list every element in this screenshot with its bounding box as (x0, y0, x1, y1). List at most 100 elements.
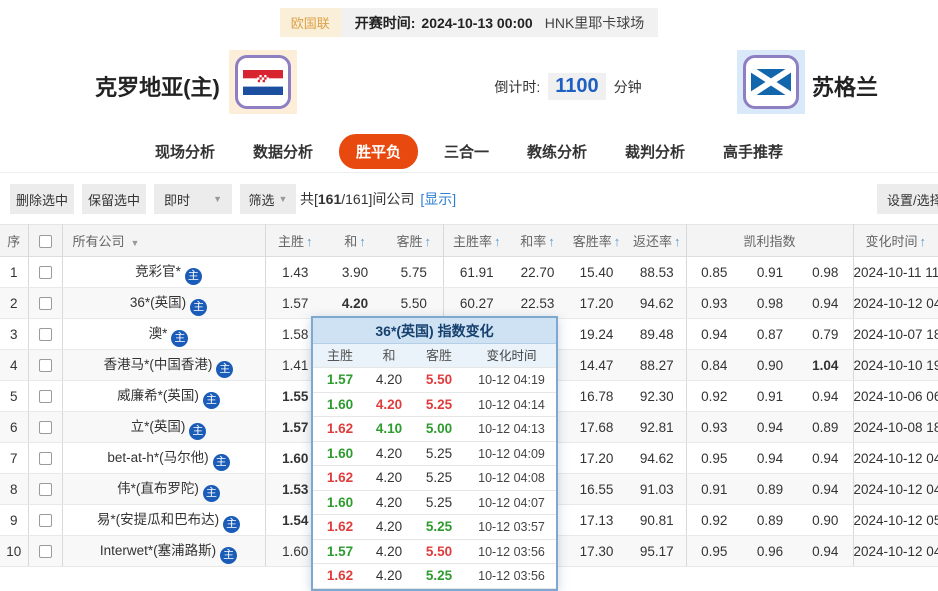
row-seq: 4 (0, 349, 29, 381)
kelly-cell: 0.89 (742, 473, 798, 505)
row-checkbox[interactable] (38, 297, 52, 311)
filter-dropdown[interactable]: 筛选 ▼ (240, 184, 296, 214)
row-checkbox[interactable] (38, 545, 52, 559)
popup-change-time: 10-12 04:07 (478, 495, 545, 510)
tab-2[interactable]: 胜平负 (338, 134, 418, 169)
tab-3[interactable]: 三合一 (432, 134, 501, 169)
payout-rate-cell: 92.81 (628, 411, 687, 443)
company-cell[interactable]: 伟*(直布罗陀) 主 (62, 473, 266, 505)
header-away-rate[interactable]: 客胜率 ↑ (565, 224, 628, 257)
kelly-cell: 0.95 (686, 535, 742, 567)
sort-up-icon[interactable]: ↑ (920, 234, 927, 249)
header-change-time[interactable]: 变化时间 ↑ (853, 224, 938, 257)
away-rate-cell: 16.78 (565, 380, 628, 412)
popup-body: 1.57 4.20 5.50 10-12 04:19 1.60 4.20 5.25 10-12… (313, 368, 556, 589)
host-indicator-icon: 主 (223, 515, 241, 533)
popup-odds-value: 4.20 (375, 396, 403, 412)
tab-5[interactable]: 裁判分析 (613, 134, 697, 169)
row-select (28, 411, 63, 443)
change-time-cell: 2024-10-11 11:01 (853, 256, 938, 288)
analysis-tabs: 现场分析 数据分析 胜平负 三合一 教练分析 裁判分析 高手推荐 (0, 131, 938, 173)
row-checkbox[interactable] (38, 452, 52, 466)
payout-rate-cell: 88.53 (628, 256, 687, 288)
toolbar: 删除选中 保留选中 即时 ▼ 筛选 ▼ 共[161/161]间公司 [显示] 设置/… (0, 184, 938, 216)
header-draw-odds[interactable]: 和 ↑ (325, 224, 385, 257)
league-badge[interactable]: 欧国联 (279, 8, 341, 37)
row-checkbox[interactable] (38, 390, 52, 404)
company-name: 威廉希*(英国) (117, 387, 199, 403)
header-home-odds[interactable]: 主胜 ↑ (265, 224, 325, 257)
delete-selected-button[interactable]: 删除选中 (10, 184, 74, 214)
row-checkbox[interactable] (38, 483, 52, 497)
company-count: 共[161/161]间公司 [显示] (300, 189, 457, 209)
away-flag-tile (737, 50, 805, 114)
popup-change-time: 10-12 04:19 (478, 373, 545, 387)
tab-6[interactable]: 高手推荐 (711, 134, 795, 169)
company-cell[interactable]: 香港马*(中国香港) 主 (62, 349, 266, 381)
company-cell[interactable]: 澳* 主 (62, 318, 266, 350)
sort-up-icon[interactable]: ↑ (548, 234, 555, 249)
chevron-down-icon[interactable]: ▼ (131, 238, 140, 248)
row-seq: 3 (0, 318, 29, 350)
popup-odds-value: 5.25 (425, 519, 453, 534)
away-rate-cell: 17.13 (565, 504, 628, 536)
select-all-checkbox[interactable] (38, 235, 52, 249)
realtime-dropdown[interactable]: 即时 ▼ (154, 184, 232, 214)
row-seq: 5 (0, 380, 29, 412)
host-indicator-icon: 主 (190, 298, 208, 316)
popup-odds-value: 5.50 (425, 372, 453, 387)
kelly-cell: 0.84 (686, 349, 742, 381)
company-cell[interactable]: 立*(英国) 主 (62, 411, 266, 443)
row-select (28, 318, 63, 350)
odds-draw-cell[interactable]: 3.90 (325, 256, 385, 288)
sort-up-icon[interactable]: ↑ (614, 234, 621, 249)
sort-up-icon[interactable]: ↑ (494, 234, 501, 249)
row-checkbox[interactable] (38, 514, 52, 528)
row-checkbox[interactable] (38, 421, 52, 435)
tab-0[interactable]: 现场分析 (143, 134, 227, 169)
kelly-cell: 0.94 (798, 287, 854, 319)
company-cell[interactable]: 竞彩官* 主 (62, 256, 266, 288)
popup-change-time: 10-12 03:56 (478, 544, 545, 559)
sort-up-icon[interactable]: ↑ (359, 234, 366, 249)
header-draw-rate[interactable]: 和率 ↑ (510, 224, 565, 257)
company-cell[interactable]: 威廉希*(英国) 主 (62, 380, 266, 412)
host-indicator-icon: 主 (202, 484, 220, 502)
kelly-cell: 0.92 (686, 504, 742, 536)
odds-away-cell[interactable]: 5.50 (385, 287, 444, 319)
keep-selected-button[interactable]: 保留选中 (82, 184, 146, 214)
countdown-unit: 分钟 (613, 78, 642, 95)
sort-up-icon[interactable]: ↑ (674, 234, 681, 249)
settings-button[interactable]: 设置/选择 (877, 184, 938, 214)
kelly-cell: 0.79 (798, 318, 854, 350)
show-link[interactable]: [显示] (420, 189, 456, 209)
header-away-odds[interactable]: 客胜 ↑ (385, 224, 444, 257)
odds-home-cell[interactable]: 1.43 (265, 256, 325, 288)
popup-odds-value: 4.20 (375, 372, 403, 387)
odds-away-cell[interactable]: 5.75 (385, 256, 444, 288)
popup-odds-value: 4.20 (375, 568, 403, 583)
row-select (28, 380, 63, 412)
sort-up-icon[interactable]: ↑ (306, 234, 313, 249)
row-checkbox[interactable] (38, 359, 52, 373)
row-seq: 9 (0, 504, 29, 536)
company-cell[interactable]: bet-at-h*(马尔他) 主 (62, 442, 266, 474)
company-cell[interactable]: Interwet*(塞浦路斯) 主 (62, 535, 266, 567)
company-name: 伟*(直布罗陀) (117, 480, 199, 496)
company-cell[interactable]: 36*(英国) 主 (62, 287, 266, 319)
tab-1[interactable]: 数据分析 (241, 134, 325, 169)
tab-4[interactable]: 教练分析 (515, 134, 599, 169)
kelly-cell: 0.91 (686, 473, 742, 505)
company-name: 竞彩官* (135, 263, 181, 279)
odds-home-cell[interactable]: 1.57 (265, 287, 325, 319)
sort-up-icon[interactable]: ↑ (425, 234, 432, 249)
odds-draw-cell[interactable]: 4.20 (325, 287, 385, 319)
header-home-rate[interactable]: 主胜率 ↑ (443, 224, 510, 257)
match-bar: 欧国联 开赛时间: 2024-10-13 00:00 HNK里耶卡球场 (0, 8, 938, 37)
header-select (28, 224, 63, 257)
company-cell[interactable]: 易*(安提瓜和巴布达) 主 (62, 504, 266, 536)
row-checkbox[interactable] (38, 328, 52, 342)
header-company[interactable]: 所有公司 ▼ (62, 224, 266, 257)
row-checkbox[interactable] (38, 266, 52, 280)
header-payout-rate[interactable]: 返还率 ↑ (628, 224, 687, 257)
